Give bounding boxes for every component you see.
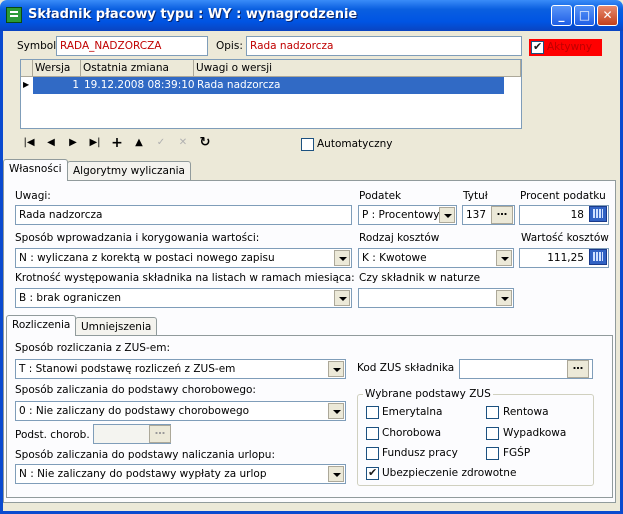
chorobowa-checkbox[interactable] bbox=[366, 427, 379, 440]
app-icon bbox=[6, 7, 22, 23]
procent-label: Procent podatku bbox=[520, 190, 606, 202]
close-button[interactable]: ✕ bbox=[597, 5, 618, 26]
fundusz-pracy-checkbox[interactable] bbox=[366, 447, 379, 460]
zdrowotne-label: Ubezpieczenie zdrowotne bbox=[382, 467, 517, 479]
opis-label: Opis: bbox=[216, 40, 243, 52]
chevron-down-icon[interactable] bbox=[334, 290, 350, 306]
fundusz-pracy-label: Fundusz pracy bbox=[382, 447, 458, 459]
zdrowotne-checkbox[interactable] bbox=[366, 466, 379, 480]
chorobowa-label: Chorobowa bbox=[382, 427, 442, 439]
versions-grid[interactable]: Wersja Ostatnia zmiana Uwagi o wersji ▶ … bbox=[20, 59, 522, 129]
tab-umniejszenia[interactable]: Umniejszenia bbox=[75, 317, 158, 337]
cell-uwagi: Rada nadzorcza bbox=[197, 79, 281, 91]
zus-value: T : Stanowi podstawę rozliczeń z ZUS-em bbox=[19, 363, 236, 375]
sposob-select[interactable]: N : wyliczana z korektą w postaci nowego… bbox=[15, 248, 352, 268]
natura-label: Czy składnik w naturze bbox=[359, 272, 481, 284]
col-ostatnia-zmiana[interactable]: Ostatnia zmiana bbox=[81, 60, 194, 77]
urlop-label: Sposób zaliczania do podstawy naliczania… bbox=[15, 449, 275, 461]
cancel-icon[interactable]: ✕ bbox=[176, 136, 190, 150]
podatek-value: P : Procentowy bbox=[362, 209, 440, 221]
zus-select[interactable]: T : Stanowi podstawę rozliczeń z ZUS-em bbox=[15, 359, 346, 379]
wartosc-label: Wartość kosztów bbox=[521, 232, 609, 244]
aktywny-label: Aktywny bbox=[547, 41, 593, 53]
krotnosc-select[interactable]: B : brak ograniczen bbox=[15, 288, 352, 308]
col-wersja[interactable]: Wersja bbox=[33, 60, 81, 77]
fgsp-label: FGŚP bbox=[503, 447, 531, 459]
chevron-down-icon[interactable] bbox=[496, 290, 512, 306]
tab-algorytmy[interactable]: Algorytmy wyliczania bbox=[67, 161, 191, 181]
symbol-label: Symbol bbox=[17, 40, 57, 52]
wypadkowa-checkbox[interactable] bbox=[486, 427, 499, 440]
aktywny-checkbox[interactable] bbox=[531, 40, 544, 54]
rodzaj-select[interactable]: K : Kwotowe bbox=[358, 248, 514, 268]
chevron-down-icon[interactable] bbox=[496, 250, 512, 266]
post-icon[interactable]: ✓ bbox=[154, 136, 168, 150]
fgsp-checkbox[interactable] bbox=[486, 447, 499, 460]
calculator-icon[interactable] bbox=[589, 206, 607, 222]
row-pointer-icon: ▶ bbox=[23, 80, 30, 89]
nav-last-icon[interactable]: ▶| bbox=[88, 136, 102, 150]
urlop-select[interactable]: N : Nie zaliczany do podstawy wypłaty za… bbox=[15, 464, 346, 484]
kod-zus-label: Kod ZUS składnika bbox=[357, 362, 455, 374]
chorobowe-label: Sposób zaliczania do podstawy choroboweg… bbox=[15, 384, 256, 396]
minimize-button[interactable]: _ bbox=[551, 5, 572, 26]
nav-prev-icon[interactable]: ◀ bbox=[44, 136, 58, 150]
chevron-down-icon[interactable] bbox=[328, 466, 344, 482]
rodzaj-value: K : Kwotowe bbox=[362, 252, 427, 264]
uwagi-label: Uwagi: bbox=[15, 190, 51, 202]
grid-indicator-header bbox=[21, 60, 33, 77]
kod-zus-browse-button[interactable]: … bbox=[567, 360, 589, 378]
podatek-label: Podatek bbox=[359, 190, 402, 202]
krotnosc-label: Krotność występowania składnika na lista… bbox=[15, 272, 355, 284]
krotnosc-value: B : brak ograniczen bbox=[19, 292, 122, 304]
emerytalna-checkbox[interactable] bbox=[366, 406, 379, 419]
maximize-button[interactable]: □ bbox=[574, 5, 595, 26]
podatek-select[interactable]: P : Procentowy bbox=[358, 205, 457, 225]
podst-chorob-browse-button[interactable]: … bbox=[149, 425, 171, 443]
chevron-down-icon[interactable] bbox=[328, 403, 344, 419]
urlop-value: N : Nie zaliczany do podstawy wypłaty za… bbox=[19, 468, 267, 480]
cell-wersja: 1 bbox=[72, 79, 79, 91]
podst-chorob-label: Podst. chorob. bbox=[15, 429, 90, 441]
wypadkowa-label: Wypadkowa bbox=[503, 427, 567, 439]
zus-group-label: Wybrane podstawy ZUS bbox=[363, 388, 493, 400]
chorobowe-select[interactable]: 0 : Nie zaliczany do podstawy choroboweg… bbox=[15, 401, 346, 421]
aktywny-box[interactable]: Aktywny bbox=[529, 39, 602, 56]
sposob-label: Sposób wprowadzania i korygowania wartoś… bbox=[15, 232, 260, 244]
rodzaj-label: Rodzaj kosztów bbox=[359, 232, 440, 244]
chorobowe-value: 0 : Nie zaliczany do podstawy choroboweg… bbox=[19, 405, 250, 417]
add-icon[interactable]: + bbox=[110, 136, 124, 150]
tytul-browse-button[interactable]: … bbox=[491, 206, 513, 224]
chevron-down-icon[interactable] bbox=[328, 361, 344, 377]
uwagi-input[interactable]: Rada nadzorcza bbox=[15, 205, 352, 225]
rentowa-label: Rentowa bbox=[503, 406, 549, 418]
calculator-icon[interactable] bbox=[589, 249, 607, 265]
refresh-icon[interactable]: ↻ bbox=[198, 136, 212, 150]
tytul-label: Tytuł bbox=[463, 190, 488, 202]
symbol-input[interactable]: RADA_NADZORCZA bbox=[56, 36, 208, 56]
emerytalna-label: Emerytalna bbox=[382, 406, 443, 418]
sposob-value: N : wyliczana z korektą w postaci nowego… bbox=[19, 252, 275, 264]
nav-next-icon[interactable]: ▶ bbox=[66, 136, 80, 150]
automatyczny-checkbox[interactable] bbox=[301, 138, 314, 151]
tab-rozliczenia[interactable]: Rozliczenia bbox=[6, 315, 77, 336]
nav-first-icon[interactable]: |◀ bbox=[22, 136, 36, 150]
chevron-down-icon[interactable] bbox=[439, 207, 455, 223]
chevron-down-icon[interactable] bbox=[334, 250, 350, 266]
rentowa-checkbox[interactable] bbox=[486, 406, 499, 419]
natura-select[interactable] bbox=[358, 288, 514, 308]
edit-up-icon[interactable]: ▲ bbox=[132, 136, 146, 150]
window-title: Składnik płacowy typu : WY : wynagrodzen… bbox=[28, 7, 358, 22]
zus-label: Sposób rozliczania z ZUS-em: bbox=[15, 342, 170, 354]
opis-input[interactable]: Rada nadzorcza bbox=[246, 36, 522, 56]
automatyczny-label: Automatyczny bbox=[317, 138, 393, 150]
cell-zmiana: 19.12.2008 08:39:10 bbox=[84, 79, 195, 91]
col-uwagi[interactable]: Uwagi o wersji bbox=[194, 60, 521, 77]
tab-wlasnosci[interactable]: Własności bbox=[3, 159, 68, 181]
